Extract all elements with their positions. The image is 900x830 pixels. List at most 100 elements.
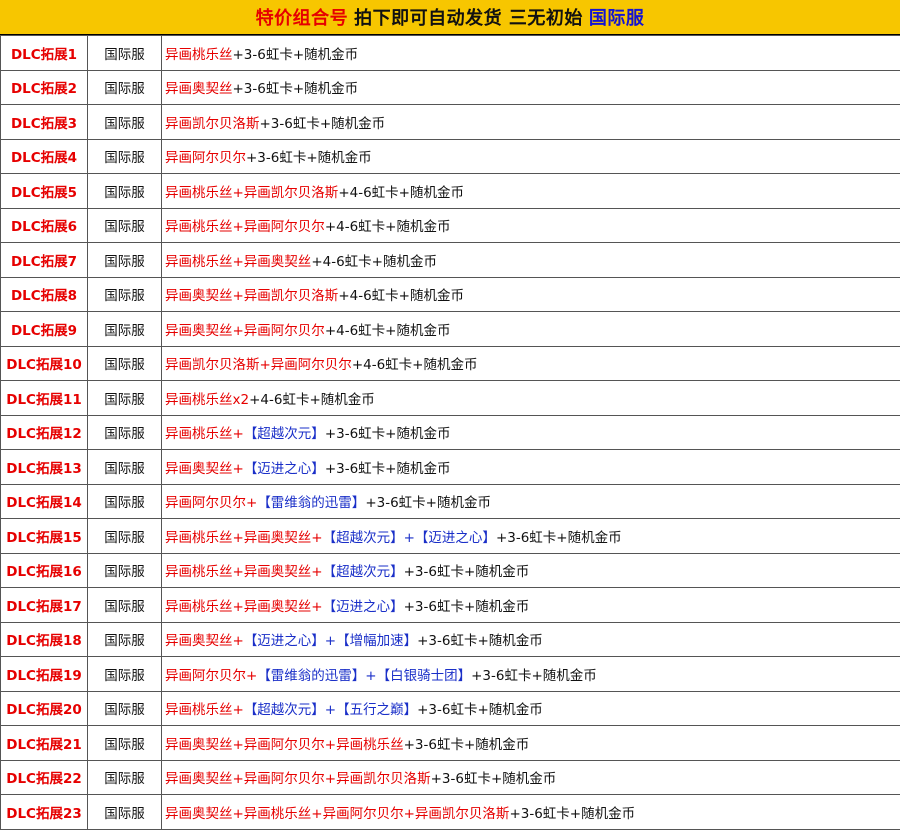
title-highlight: 特价组合号 — [256, 4, 349, 30]
title-main: 拍下即可自动发货 三无初始 — [354, 4, 583, 30]
server-label: 国际服 — [88, 450, 162, 485]
description-segment: +3-6虹卡+随机金币 — [417, 702, 543, 718]
description-segment: 【迈进之心】 — [323, 599, 404, 615]
table-row: DLC拓展15国际服异画桃乐丝+异画奥契丝+【超越次元】+【迈进之心】+3-6虹… — [1, 519, 900, 554]
table-row: DLC拓展16国际服异画桃乐丝+异画奥契丝+【超越次元】+3-6虹卡+随机金币 — [1, 553, 900, 588]
description-segment: 【迈进之心】+【增幅加速】 — [244, 633, 417, 649]
dlc-label: DLC拓展12 — [1, 415, 88, 450]
bundle-description: 异画凯尔贝洛斯+3-6虹卡+随机金币 — [162, 105, 900, 140]
dlc-label: DLC拓展15 — [1, 519, 88, 554]
description-segment: +4-6虹卡+随机金币 — [352, 357, 478, 373]
description-segment: +3-6虹卡+随机金币 — [260, 116, 386, 132]
table-row: DLC拓展2国际服异画奥契丝+3-6虹卡+随机金币 — [1, 70, 900, 105]
description-segment: 异画桃乐丝+异画奥契丝 — [165, 254, 311, 270]
bundle-description: 异画阿尔贝尔+3-6虹卡+随机金币 — [162, 139, 900, 174]
bundle-description: 异画桃乐丝+异画奥契丝+【超越次元】+3-6虹卡+随机金币 — [162, 553, 900, 588]
description-segment: 异画奥契丝 — [165, 81, 233, 97]
description-segment: +4-6虹卡+随机金币 — [325, 323, 451, 339]
description-segment: 异画桃乐丝+异画奥契丝+ — [165, 530, 323, 546]
description-segment: 异画桃乐丝+ — [165, 702, 244, 718]
product-table: DLC拓展1国际服异画桃乐丝+3-6虹卡+随机金币DLC拓展2国际服异画奥契丝+… — [0, 35, 900, 830]
dlc-label: DLC拓展6 — [1, 208, 88, 243]
description-segment: +4-6虹卡+随机金币 — [311, 254, 437, 270]
dlc-label: DLC拓展2 — [1, 70, 88, 105]
bundle-description: 异画桃乐丝+异画奥契丝+【迈进之心】+3-6虹卡+随机金币 — [162, 588, 900, 623]
table-row: DLC拓展9国际服异画奥契丝+异画阿尔贝尔+4-6虹卡+随机金币 — [1, 312, 900, 347]
table-row: DLC拓展17国际服异画桃乐丝+异画奥契丝+【迈进之心】+3-6虹卡+随机金币 — [1, 588, 900, 623]
title-server: 国际服 — [589, 4, 645, 30]
description-segment: 异画奥契丝+异画凯尔贝洛斯 — [165, 288, 338, 304]
dlc-label: DLC拓展11 — [1, 381, 88, 416]
description-segment: +3-6虹卡+随机金币 — [471, 668, 597, 684]
table-row: DLC拓展21国际服异画奥契丝+异画阿尔贝尔+异画桃乐丝+3-6虹卡+随机金币 — [1, 726, 900, 761]
dlc-label: DLC拓展20 — [1, 691, 88, 726]
server-label: 国际服 — [88, 346, 162, 381]
server-label: 国际服 — [88, 70, 162, 105]
table-row: DLC拓展20国际服异画桃乐丝+【超越次元】+【五行之巅】+3-6虹卡+随机金币 — [1, 691, 900, 726]
server-label: 国际服 — [88, 381, 162, 416]
table-row: DLC拓展1国际服异画桃乐丝+3-6虹卡+随机金币 — [1, 36, 900, 71]
description-segment: 异画桃乐丝+异画凯尔贝洛斯 — [165, 185, 338, 201]
bundle-description: 异画奥契丝+异画阿尔贝尔+4-6虹卡+随机金币 — [162, 312, 900, 347]
description-segment: +3-6虹卡+随机金币 — [246, 150, 372, 166]
server-label: 国际服 — [88, 208, 162, 243]
description-segment: 【雷维翁的迅雷】+【白银骑士团】 — [257, 668, 471, 684]
dlc-label: DLC拓展5 — [1, 174, 88, 209]
description-segment: 异画阿尔贝尔+ — [165, 668, 257, 684]
dlc-label: DLC拓展16 — [1, 553, 88, 588]
bundle-description: 异画奥契丝+【迈进之心】+3-6虹卡+随机金币 — [162, 450, 900, 485]
description-segment: 异画桃乐丝+异画奥契丝+ — [165, 564, 323, 580]
bundle-description: 异画奥契丝+【迈进之心】+【增幅加速】+3-6虹卡+随机金币 — [162, 622, 900, 657]
dlc-label: DLC拓展10 — [1, 346, 88, 381]
description-segment: +3-6虹卡+随机金币 — [404, 737, 530, 753]
description-segment: +3-6虹卡+随机金币 — [404, 564, 530, 580]
description-segment: 异画阿尔贝尔 — [165, 150, 246, 166]
description-segment: 异画桃乐丝+异画奥契丝+ — [165, 599, 323, 615]
dlc-label: DLC拓展3 — [1, 105, 88, 140]
table-row: DLC拓展12国际服异画桃乐丝+【超越次元】+3-6虹卡+随机金币 — [1, 415, 900, 450]
bundle-description: 异画阿尔贝尔+【雷维翁的迅雷】+【白银骑士团】+3-6虹卡+随机金币 — [162, 657, 900, 692]
dlc-label: DLC拓展13 — [1, 450, 88, 485]
description-segment: 异画奥契丝+异画阿尔贝尔+异画桃乐丝 — [165, 737, 404, 753]
server-label: 国际服 — [88, 622, 162, 657]
description-segment: +3-6虹卡+随机金币 — [509, 806, 635, 822]
server-label: 国际服 — [88, 726, 162, 761]
description-segment: 【超越次元】 — [323, 564, 404, 580]
server-label: 国际服 — [88, 519, 162, 554]
bundle-description: 异画奥契丝+异画桃乐丝+异画阿尔贝尔+异画凯尔贝洛斯+3-6虹卡+随机金币 — [162, 795, 900, 830]
bundle-description: 异画凯尔贝洛斯+异画阿尔贝尔+4-6虹卡+随机金币 — [162, 346, 900, 381]
bundle-description: 异画阿尔贝尔+【雷维翁的迅雷】+3-6虹卡+随机金币 — [162, 484, 900, 519]
bundle-description: 异画桃乐丝x2+4-6虹卡+随机金币 — [162, 381, 900, 416]
dlc-label: DLC拓展19 — [1, 657, 88, 692]
server-label: 国际服 — [88, 657, 162, 692]
description-segment: 异画桃乐丝x2 — [165, 392, 249, 408]
server-label: 国际服 — [88, 243, 162, 278]
description-segment: 异画阿尔贝尔+ — [165, 495, 257, 511]
dlc-label: DLC拓展14 — [1, 484, 88, 519]
table-row: DLC拓展23国际服异画奥契丝+异画桃乐丝+异画阿尔贝尔+异画凯尔贝洛斯+3-6… — [1, 795, 900, 830]
bundle-description: 异画桃乐丝+【超越次元】+【五行之巅】+3-6虹卡+随机金币 — [162, 691, 900, 726]
description-segment: +3-6虹卡+随机金币 — [417, 633, 543, 649]
bundle-description: 异画桃乐丝+异画奥契丝+4-6虹卡+随机金币 — [162, 243, 900, 278]
table-row: DLC拓展13国际服异画奥契丝+【迈进之心】+3-6虹卡+随机金币 — [1, 450, 900, 485]
bundle-description: 异画桃乐丝+【超越次元】+3-6虹卡+随机金币 — [162, 415, 900, 450]
description-segment: 【迈进之心】 — [244, 461, 325, 477]
description-segment: 异画奥契丝+ — [165, 461, 244, 477]
bundle-description: 异画奥契丝+异画阿尔贝尔+异画凯尔贝洛斯+3-6虹卡+随机金币 — [162, 760, 900, 795]
dlc-label: DLC拓展1 — [1, 36, 88, 71]
description-segment: 异画桃乐丝+异画阿尔贝尔 — [165, 219, 325, 235]
bundle-description: 异画奥契丝+异画凯尔贝洛斯+4-6虹卡+随机金币 — [162, 277, 900, 312]
server-label: 国际服 — [88, 484, 162, 519]
page-title: 特价组合号 拍下即可自动发货 三无初始 国际服 — [0, 0, 900, 35]
server-label: 国际服 — [88, 36, 162, 71]
server-label: 国际服 — [88, 312, 162, 347]
description-segment: +3-6虹卡+随机金币 — [233, 47, 359, 63]
description-segment: +4-6虹卡+随机金币 — [249, 392, 375, 408]
server-label: 国际服 — [88, 277, 162, 312]
description-segment: +4-6虹卡+随机金币 — [338, 185, 464, 201]
table-row: DLC拓展4国际服异画阿尔贝尔+3-6虹卡+随机金币 — [1, 139, 900, 174]
description-segment: +3-6虹卡+随机金币 — [431, 771, 557, 787]
table-row: DLC拓展14国际服异画阿尔贝尔+【雷维翁的迅雷】+3-6虹卡+随机金币 — [1, 484, 900, 519]
dlc-label: DLC拓展7 — [1, 243, 88, 278]
table-row: DLC拓展7国际服异画桃乐丝+异画奥契丝+4-6虹卡+随机金币 — [1, 243, 900, 278]
